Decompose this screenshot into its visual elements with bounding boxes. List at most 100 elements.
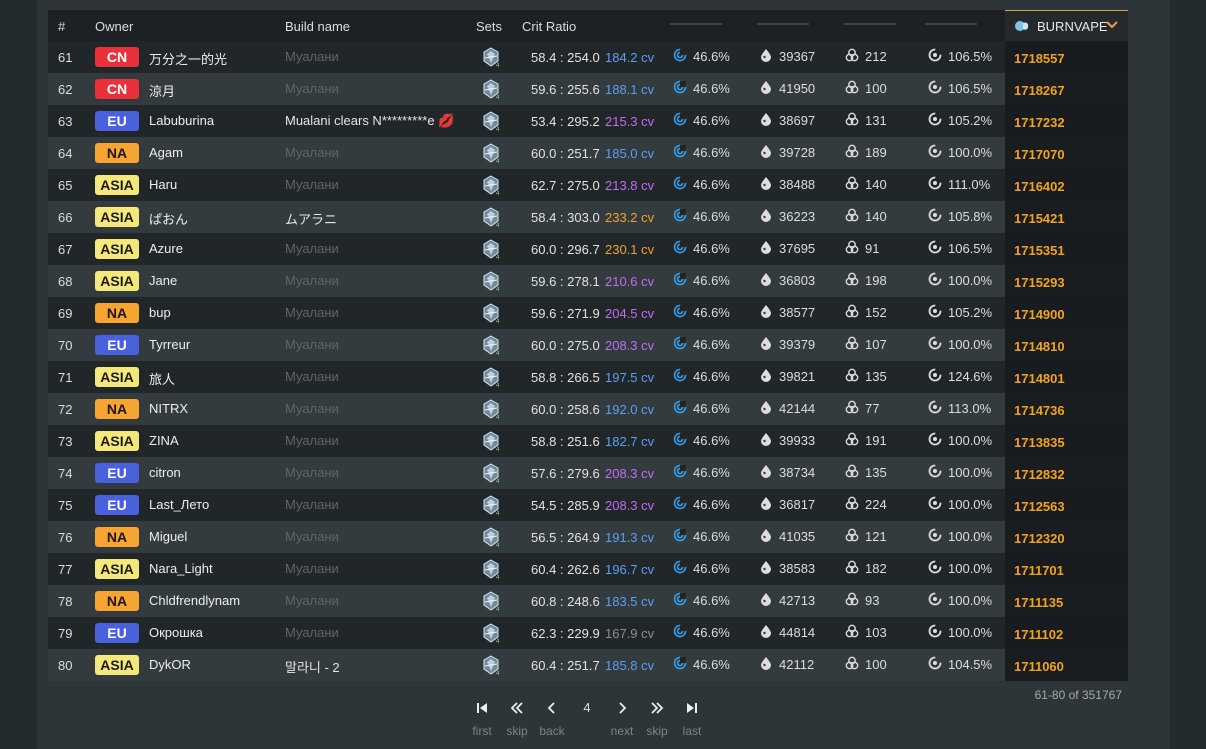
build-name[interactable]: Mualani clears N*********e 💋 [285, 113, 454, 129]
owner-name[interactable]: Tyrreur [149, 337, 190, 352]
table-row[interactable]: 70 EU Tyrreur Муалани 4 60.0 : 275.0 208… [48, 329, 1128, 361]
col-sets-header[interactable]: Sets [476, 19, 502, 34]
owner-name[interactable]: Nara_Light [149, 561, 213, 576]
sort-column-header[interactable]: BURNVAPE [1005, 10, 1128, 41]
build-name[interactable]: Муалани [285, 369, 339, 384]
build-name[interactable]: Муалани [285, 593, 339, 608]
table-row[interactable]: 79 EU Окрошка Муалани 4 62.3 : 229.9 167… [48, 617, 1128, 649]
owner-name[interactable]: 涼月 [149, 81, 175, 100]
col-rank-header[interactable]: # [58, 19, 65, 34]
col-stat4-header[interactable] [925, 23, 977, 25]
table-row[interactable]: 75 EU Last_Лето Муалани 4 54.5 : 285.9 2… [48, 489, 1128, 521]
col-crit-header[interactable]: Crit Ratio [522, 19, 576, 34]
owner-name[interactable]: DykOR [149, 657, 191, 672]
table-row[interactable]: 77 ASIA Nara_Light Муалани 4 60.4 : 262.… [48, 553, 1128, 585]
build-name[interactable]: Муалани [285, 401, 339, 416]
crit-ratio: 58.8 : 251.6 [531, 434, 600, 449]
artifact-set-icon[interactable]: 4 [480, 654, 502, 677]
artifact-set-icon[interactable]: 4 [480, 558, 502, 581]
artifact-set-icon[interactable]: 4 [480, 494, 502, 517]
table-row[interactable]: 68 ASIA Jane Муалани 4 59.6 : 278.1 210.… [48, 265, 1128, 297]
artifact-set-icon[interactable]: 4 [480, 622, 502, 645]
table-row[interactable]: 64 NA Agam Муалани 4 60.0 : 251.7 185.0 … [48, 137, 1128, 169]
artifact-set-icon[interactable]: 4 [480, 462, 502, 485]
table-row[interactable]: 73 ASIA ZINA Муалани 4 58.8 : 251.6 182.… [48, 425, 1128, 457]
rank-cell: 76 [58, 530, 73, 545]
col-stat1-header[interactable] [670, 23, 722, 25]
owner-name[interactable]: ZINA [149, 433, 179, 448]
owner-name[interactable]: citron [149, 465, 181, 480]
table-row[interactable]: 62 CN 涼月 Муалани 4 59.6 : 255.6 188.1 cv… [48, 73, 1128, 105]
build-name[interactable]: Муалани [285, 49, 339, 64]
owner-name[interactable]: ぱおん [149, 209, 188, 228]
build-name[interactable]: Муалани [285, 497, 339, 512]
artifact-set-icon[interactable]: 4 [480, 78, 502, 101]
artifact-set-icon[interactable]: 4 [480, 46, 502, 69]
build-name[interactable]: Муалани [285, 529, 339, 544]
skip-forward-button[interactable]: skip [637, 700, 677, 738]
artifact-set-icon[interactable]: 4 [480, 526, 502, 549]
table-row[interactable]: 72 NA NITRX Муалани 4 60.0 : 258.6 192.0… [48, 393, 1128, 425]
table-row[interactable]: 80 ASIA DykOR 말라니 - 2 4 60.4 : 251.7 185… [48, 649, 1128, 681]
artifact-set-icon[interactable]: 4 [480, 270, 502, 293]
skip-back-button[interactable]: skip [497, 700, 537, 738]
build-name[interactable]: Муалани [285, 273, 339, 288]
elemental-mastery-value: 224 [865, 496, 887, 512]
next-button[interactable]: next [602, 700, 642, 738]
table-row[interactable]: 71 ASIA 旅人 Муалани 4 58.8 : 266.5 197.5 … [48, 361, 1128, 393]
owner-name[interactable]: Labuburina [149, 113, 214, 128]
build-name[interactable]: Муалани [285, 81, 339, 96]
owner-name[interactable]: Chldfrendlynam [149, 593, 240, 608]
build-name[interactable]: Муалани [285, 241, 339, 256]
chevron-down-icon[interactable] [1106, 21, 1118, 29]
col-build-header[interactable]: Build name [285, 19, 350, 34]
owner-name[interactable]: Haru [149, 177, 177, 192]
build-name[interactable]: Муалани [285, 145, 339, 160]
artifact-set-icon[interactable]: 4 [480, 334, 502, 357]
owner-name[interactable]: Miguel [149, 529, 187, 544]
owner-name[interactable]: NITRX [149, 401, 188, 416]
artifact-set-icon[interactable]: 4 [480, 398, 502, 421]
col-stat3-header[interactable] [844, 23, 896, 25]
owner-name[interactable]: Azure [149, 241, 183, 256]
build-name[interactable]: Муалани [285, 305, 339, 320]
last-page-button[interactable]: last [672, 700, 712, 738]
build-name[interactable]: Муалани [285, 337, 339, 352]
table-row[interactable]: 67 ASIA Azure Муалани 4 60.0 : 296.7 230… [48, 233, 1128, 265]
table-row[interactable]: 76 NA Miguel Муалани 4 56.5 : 264.9 191.… [48, 521, 1128, 553]
artifact-set-icon[interactable]: 4 [480, 206, 502, 229]
owner-name[interactable]: Last_Лето [149, 497, 209, 512]
col-owner-header[interactable]: Owner [95, 19, 133, 34]
first-page-button[interactable]: first [462, 700, 502, 738]
artifact-set-icon[interactable]: 4 [480, 366, 502, 389]
build-name[interactable]: Муалани [285, 177, 339, 192]
build-name[interactable]: Муалани [285, 625, 339, 640]
owner-name[interactable]: 万分之一的光 [149, 49, 227, 68]
table-row[interactable]: 65 ASIA Haru Муалани 4 62.7 : 275.0 213.… [48, 169, 1128, 201]
owner-name[interactable]: 旅人 [149, 369, 175, 388]
owner-name[interactable]: Окрошка [149, 625, 203, 640]
table-row[interactable]: 74 EU citron Муалани 4 57.6 : 279.6 208.… [48, 457, 1128, 489]
artifact-set-icon[interactable]: 4 [480, 302, 502, 325]
owner-name[interactable]: Jane [149, 273, 177, 288]
artifact-set-icon[interactable]: 4 [480, 430, 502, 453]
artifact-set-icon[interactable]: 4 [480, 238, 502, 261]
build-name[interactable]: Муалани [285, 561, 339, 576]
artifact-set-icon[interactable]: 4 [480, 142, 502, 165]
build-name[interactable]: ムアラニ [285, 209, 337, 228]
table-row[interactable]: 66 ASIA ぱおん ムアラニ 4 58.4 : 303.0 233.2 cv… [48, 201, 1128, 233]
build-name[interactable]: Муалани [285, 433, 339, 448]
col-stat2-header[interactable] [757, 23, 809, 25]
artifact-set-icon[interactable]: 4 [480, 174, 502, 197]
table-row[interactable]: 69 NA bup Муалани 4 59.6 : 271.9 204.5 c… [48, 297, 1128, 329]
back-button[interactable]: back [532, 700, 572, 738]
table-row[interactable]: 78 NA Chldfrendlynam Муалани 4 60.8 : 24… [48, 585, 1128, 617]
table-row[interactable]: 61 CN 万分之一的光 Муалани 4 58.4 : 254.0 184.… [48, 41, 1128, 73]
build-name[interactable]: Муалани [285, 465, 339, 480]
owner-name[interactable]: Agam [149, 145, 183, 160]
build-name[interactable]: 말라니 - 2 [285, 657, 340, 676]
artifact-set-icon[interactable]: 4 [480, 110, 502, 133]
table-row[interactable]: 63 EU Labuburina Mualani clears N*******… [48, 105, 1128, 137]
owner-name[interactable]: bup [149, 305, 171, 320]
artifact-set-icon[interactable]: 4 [480, 590, 502, 613]
